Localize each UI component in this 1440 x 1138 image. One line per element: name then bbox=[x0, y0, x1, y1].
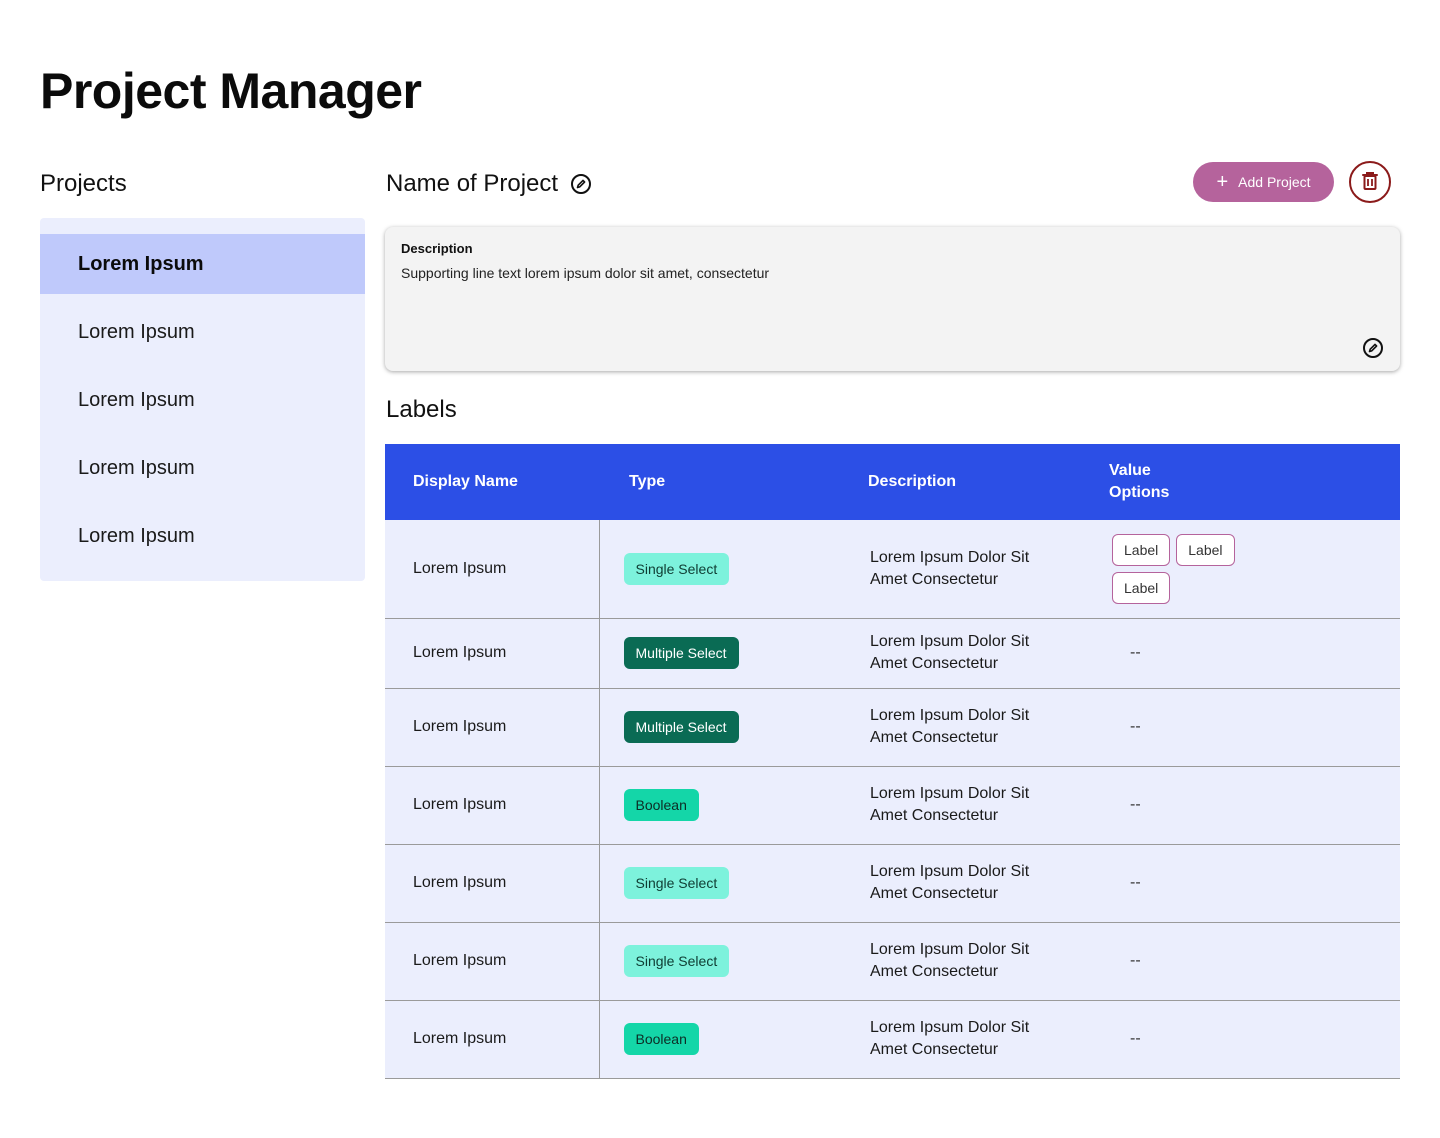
cell-value-options: -- bbox=[1089, 766, 1400, 844]
value-chip[interactable]: Label bbox=[1112, 533, 1171, 566]
cell-description: Lorem Ipsum Dolor Sit Amet Consectetur bbox=[839, 1000, 1089, 1078]
table-header-row: Display Name Type Description Value Opti… bbox=[385, 444, 1400, 520]
labels-table: Display Name Type Description Value Opti… bbox=[385, 444, 1400, 1079]
sidebar-item-project[interactable]: Lorem Ipsum bbox=[40, 370, 365, 430]
cell-display-name: Lorem Ipsum bbox=[385, 766, 600, 844]
description-text: Lorem Ipsum Dolor Sit Amet Consectetur bbox=[870, 707, 1030, 746]
cell-value-options: -- bbox=[1089, 688, 1400, 766]
table-row[interactable]: Lorem Ipsum Multiple Select Lorem Ipsum … bbox=[385, 688, 1400, 766]
cell-type: Multiple Select bbox=[599, 618, 839, 688]
table-row[interactable]: Lorem Ipsum Boolean Lorem Ipsum Dolor Si… bbox=[385, 1000, 1400, 1078]
value-chip-group: Label Label Label bbox=[1112, 533, 1252, 604]
cell-display-name: Lorem Ipsum bbox=[385, 618, 600, 688]
value-options-empty: -- bbox=[1130, 718, 1141, 735]
type-chip: Single Select bbox=[623, 945, 730, 977]
description-text: Supporting line text lorem ipsum dolor s… bbox=[401, 265, 770, 281]
cell-display-name: Lorem Ipsum bbox=[385, 844, 600, 922]
table-row[interactable]: Lorem Ipsum Single Select Lorem Ipsum Do… bbox=[385, 844, 1400, 922]
project-list: Lorem Ipsum Lorem Ipsum Lorem Ipsum Lore… bbox=[40, 218, 365, 581]
edit-description-icon[interactable] bbox=[1362, 337, 1384, 359]
column-header-display-name[interactable]: Display Name bbox=[385, 444, 599, 520]
table-row[interactable]: Lorem Ipsum Single Select Lorem Ipsum Do… bbox=[385, 922, 1400, 1000]
table-row[interactable]: Lorem Ipsum Multiple Select Lorem Ipsum … bbox=[385, 618, 1400, 688]
value-options-empty: -- bbox=[1130, 874, 1141, 891]
trash-icon bbox=[1361, 171, 1379, 194]
cell-type: Single Select bbox=[599, 520, 839, 618]
cell-type: Boolean bbox=[599, 1000, 839, 1078]
cell-value-options: -- bbox=[1089, 844, 1400, 922]
cell-value-options: -- bbox=[1089, 618, 1400, 688]
description-text: Lorem Ipsum Dolor Sit Amet Consectetur bbox=[870, 548, 1030, 588]
cell-description: Lorem Ipsum Dolor Sit Amet Consectetur bbox=[839, 688, 1089, 766]
cell-display-name: Lorem Ipsum bbox=[385, 688, 600, 766]
value-options-empty: -- bbox=[1130, 1030, 1141, 1047]
cell-description: Lorem Ipsum Dolor Sit Amet Consectetur bbox=[839, 618, 1089, 688]
type-chip: Boolean bbox=[623, 1023, 699, 1055]
value-options-header-label: Value Options bbox=[1109, 462, 1170, 501]
cell-value-options: Label Label Label bbox=[1089, 520, 1400, 618]
delete-project-button[interactable] bbox=[1349, 161, 1391, 203]
type-chip: Multiple Select bbox=[623, 637, 739, 669]
add-project-button[interactable]: + Add Project bbox=[1193, 162, 1334, 202]
cell-description: Lorem Ipsum Dolor Sit Amet Consectetur bbox=[839, 520, 1089, 618]
table-row[interactable]: Lorem Ipsum Boolean Lorem Ipsum Dolor Si… bbox=[385, 766, 1400, 844]
cell-display-name: Lorem Ipsum bbox=[385, 520, 600, 618]
value-options-empty: -- bbox=[1130, 796, 1141, 813]
plus-icon: + bbox=[1216, 171, 1229, 193]
sidebar-item-project[interactable]: Lorem Ipsum bbox=[40, 506, 365, 566]
cell-description: Lorem Ipsum Dolor Sit Amet Consectetur bbox=[839, 922, 1089, 1000]
value-chip[interactable]: Label bbox=[1112, 571, 1171, 604]
project-header: Name of Project bbox=[386, 170, 592, 198]
edit-project-name-icon[interactable] bbox=[570, 173, 592, 195]
column-header-type[interactable]: Type bbox=[599, 444, 839, 520]
cell-value-options: -- bbox=[1089, 1000, 1400, 1078]
value-chip[interactable]: Label bbox=[1176, 533, 1235, 566]
description-text: Lorem Ipsum Dolor Sit Amet Consectetur bbox=[870, 863, 1030, 902]
column-header-value-options[interactable]: Value Options bbox=[1089, 444, 1400, 520]
cell-type: Multiple Select bbox=[599, 688, 839, 766]
description-text: Lorem Ipsum Dolor Sit Amet Consectetur bbox=[870, 1019, 1030, 1058]
cell-value-options: -- bbox=[1089, 922, 1400, 1000]
value-options-empty: -- bbox=[1130, 644, 1141, 661]
project-name: Name of Project bbox=[386, 170, 559, 197]
table-row[interactable]: Lorem Ipsum Single Select Lorem Ipsum Do… bbox=[385, 520, 1400, 618]
type-chip: Boolean bbox=[623, 789, 699, 821]
sidebar-item-project[interactable]: Lorem Ipsum bbox=[40, 438, 365, 498]
type-chip: Multiple Select bbox=[623, 711, 739, 743]
cell-display-name: Lorem Ipsum bbox=[385, 1000, 600, 1078]
cell-display-name: Lorem Ipsum bbox=[385, 922, 600, 1000]
add-project-label: Add Project bbox=[1238, 174, 1311, 190]
cell-type: Boolean bbox=[599, 766, 839, 844]
description-text: Lorem Ipsum Dolor Sit Amet Consectetur bbox=[870, 941, 1030, 980]
sidebar-item-project[interactable]: Lorem Ipsum bbox=[40, 234, 365, 294]
sidebar-item-project[interactable]: Lorem Ipsum bbox=[40, 302, 365, 362]
description-card: Description Supporting line text lorem i… bbox=[385, 227, 1400, 371]
cell-description: Lorem Ipsum Dolor Sit Amet Consectetur bbox=[839, 844, 1089, 922]
cell-type: Single Select bbox=[599, 844, 839, 922]
sidebar-heading: Projects bbox=[40, 170, 127, 197]
type-chip: Single Select bbox=[623, 867, 730, 899]
labels-heading: Labels bbox=[386, 396, 457, 423]
description-label: Description bbox=[401, 241, 473, 256]
cell-type: Single Select bbox=[599, 922, 839, 1000]
cell-description: Lorem Ipsum Dolor Sit Amet Consectetur bbox=[839, 766, 1089, 844]
type-chip: Single Select bbox=[623, 552, 730, 585]
app-title: Project Manager bbox=[40, 63, 422, 119]
description-text: Lorem Ipsum Dolor Sit Amet Consectetur bbox=[870, 785, 1030, 824]
description-text: Lorem Ipsum Dolor Sit Amet Consectetur bbox=[870, 633, 1030, 672]
value-options-empty: -- bbox=[1130, 952, 1141, 969]
column-header-description[interactable]: Description bbox=[839, 444, 1089, 520]
